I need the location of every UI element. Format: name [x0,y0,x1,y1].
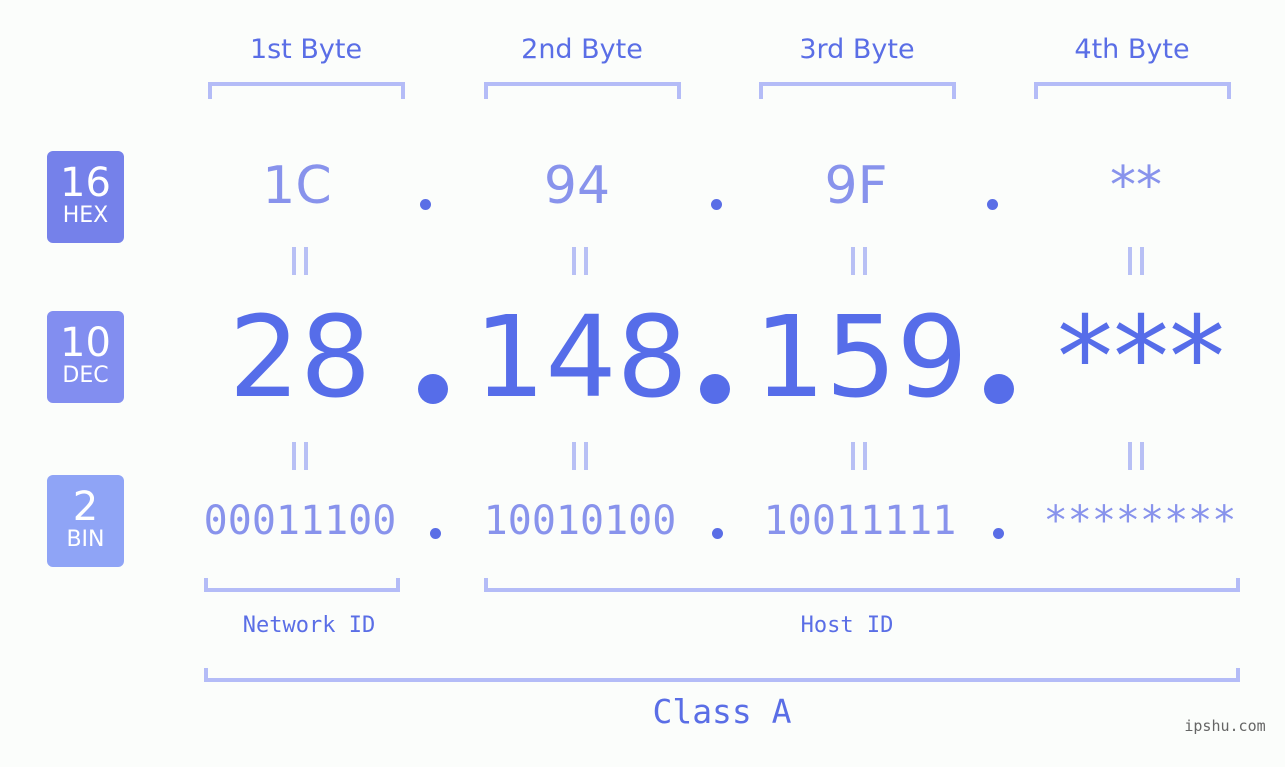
dec-value-3: 159 [754,293,968,423]
class-bracket [204,668,1240,682]
byte-bracket-1 [208,82,405,99]
dec-base-label: DEC [62,363,109,388]
host-id-bracket [484,578,1240,592]
byte-bracket-3 [759,82,956,99]
dec-separator-2 [700,374,730,404]
dec-separator-3 [984,374,1014,404]
hex-separator-1 [420,199,431,210]
network-id-bracket [204,578,400,592]
bin-separator-1 [430,528,441,539]
equals-icon [572,442,590,470]
bin-value-4: ******** [1043,498,1237,544]
bin-value-1: 00011100 [203,498,397,544]
host-id-label: Host ID [800,613,894,638]
equals-icon [292,442,310,470]
bin-base-number: 2 [72,484,99,530]
equals-icon [1128,247,1146,275]
equals-icon [1128,442,1146,470]
bin-base-badge: 2 BIN [47,475,124,567]
hex-separator-3 [987,199,998,210]
equals-icon [851,442,869,470]
hex-value-3: 9F [824,156,888,216]
dec-separator-1 [418,374,448,404]
hex-base-badge: 16 HEX [47,151,124,243]
hex-base-number: 16 [60,160,111,206]
hex-value-4: ** [1110,156,1162,216]
watermark: ipshu.com [1184,717,1266,735]
byte-header-2: 2nd Byte [521,34,643,65]
hex-value-2: 94 [543,156,611,216]
byte-bracket-2 [484,82,681,99]
bin-separator-3 [993,528,1004,539]
equals-icon [292,247,310,275]
equals-icon [572,247,590,275]
hex-separator-2 [711,199,722,210]
hex-value-1: 1C [262,156,332,216]
dec-value-2: 148 [474,293,688,423]
dec-value-1: 28 [228,293,372,423]
hex-base-label: HEX [62,203,109,228]
byte-header-4: 4th Byte [1074,34,1190,65]
dec-base-number: 10 [60,320,111,366]
network-id-label: Network ID [242,613,376,638]
bin-value-2: 10010100 [483,498,677,544]
dec-value-4: *** [1057,293,1225,423]
equals-icon [851,247,869,275]
bin-base-label: BIN [66,527,105,552]
byte-header-1: 1st Byte [249,34,363,65]
byte-bracket-4 [1034,82,1231,99]
dec-base-badge: 10 DEC [47,311,124,403]
class-label: Class A [652,692,792,731]
byte-header-3: 3rd Byte [799,34,915,65]
bin-value-3: 10011111 [763,498,957,544]
bin-separator-2 [712,528,723,539]
